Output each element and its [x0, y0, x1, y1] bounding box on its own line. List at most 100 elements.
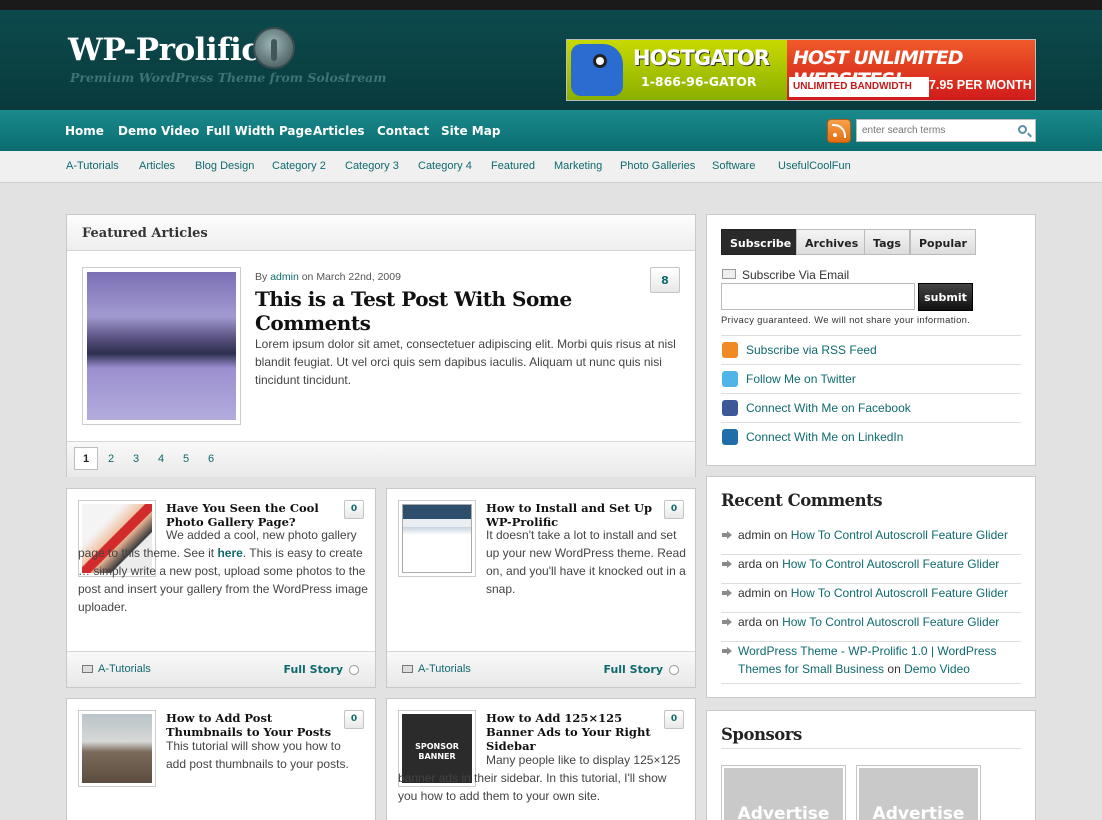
- envelope-icon: [722, 269, 736, 279]
- tab-popular[interactable]: Popular: [910, 229, 976, 255]
- post-footer: A-Tutorials Full Story: [67, 651, 375, 687]
- category-software[interactable]: Software: [712, 160, 755, 172]
- full-story-link[interactable]: Full Story: [603, 663, 663, 676]
- sponsor-ad-slot[interactable]: Advertise: [856, 765, 981, 820]
- post-title[interactable]: How to Add Post Thumbnails to Your Posts: [166, 711, 336, 739]
- email-field[interactable]: [721, 283, 915, 310]
- page-3[interactable]: 3: [133, 453, 139, 465]
- facebook-icon: [722, 400, 738, 416]
- hostgator-banner-ad[interactable]: HOSTGATOR 1-866-96-GATOR HOST UNLIMITED …: [566, 39, 1036, 101]
- nav-site-map[interactable]: Site Map: [441, 124, 500, 138]
- site-logo[interactable]: WP-Prolific: [68, 32, 260, 68]
- category-category-3[interactable]: Category 3: [345, 160, 399, 172]
- search-box[interactable]: [856, 119, 1036, 142]
- search-icon[interactable]: [1018, 125, 1027, 134]
- page-4[interactable]: 4: [158, 453, 164, 465]
- recent-comment-item: WordPress Theme - WP-Prolific 1.0 | Word…: [721, 642, 1021, 684]
- category-featured[interactable]: Featured: [491, 160, 535, 172]
- linkedin-icon: [722, 429, 738, 445]
- category-category-4[interactable]: Category 4: [418, 160, 472, 172]
- tab-tags[interactable]: Tags: [864, 229, 910, 255]
- post-title[interactable]: Have You Seen the Cool Photo Gallery Pag…: [166, 501, 336, 529]
- post-category-link[interactable]: A-Tutorials: [98, 663, 151, 675]
- comment-post-link[interactable]: How To Control Autoscroll Feature Glider: [782, 557, 999, 571]
- social-rss[interactable]: Subscribe via RSS Feed: [721, 335, 1021, 364]
- post-card: How to Install and Set Up WP-Prolific 0 …: [386, 488, 696, 688]
- recent-comment-item: admin on How To Control Autoscroll Featu…: [721, 526, 1021, 555]
- tab-archives[interactable]: Archives: [796, 229, 868, 255]
- site-header: WP-Prolific Premium WordPress Theme from…: [0, 10, 1102, 110]
- arrow-bullet-icon: [722, 589, 732, 597]
- comment-count-bubble[interactable]: 0: [344, 500, 364, 519]
- featured-image[interactable]: [82, 267, 241, 425]
- post-category-link[interactable]: A-Tutorials: [418, 663, 471, 675]
- folder-icon: [402, 665, 413, 673]
- search-input[interactable]: [862, 123, 1012, 138]
- tab-subscribe[interactable]: Subscribe: [721, 229, 801, 255]
- featured-author-link[interactable]: admin: [270, 271, 299, 283]
- arrow-right-icon[interactable]: [669, 665, 679, 675]
- category-usefulcoolfun[interactable]: UsefulCoolFun: [778, 160, 851, 172]
- arrow-right-icon[interactable]: [349, 665, 359, 675]
- rss-icon[interactable]: [827, 119, 851, 143]
- category-category-2[interactable]: Category 2: [272, 160, 326, 172]
- arrow-bullet-icon: [722, 647, 732, 655]
- featured-title[interactable]: This is a Test Post With Some Comments: [255, 287, 585, 335]
- post-inline-link[interactable]: here: [217, 546, 242, 560]
- comment-post-link[interactable]: How To Control Autoscroll Feature Glider: [782, 615, 999, 629]
- banner-phone: 1-866-96-GATOR: [641, 74, 757, 89]
- page-1[interactable]: 1: [74, 447, 98, 470]
- arrow-bullet-icon: [722, 560, 732, 568]
- comment-count-bubble[interactable]: 0: [664, 710, 684, 729]
- category-articles[interactable]: Articles: [139, 160, 175, 172]
- banner-brand: HOSTGATOR: [633, 46, 770, 70]
- page-5[interactable]: 5: [183, 453, 189, 465]
- banner-bandwidth: UNLIMITED BANDWIDTH: [793, 81, 912, 92]
- category-a-tutorials[interactable]: A-Tutorials: [66, 160, 119, 172]
- comment-count-bubble[interactable]: 8: [650, 267, 680, 293]
- post-thumbnail[interactable]: [78, 710, 156, 787]
- gator-mascot-icon: [571, 44, 623, 96]
- nav-demo-video[interactable]: Demo Video: [118, 124, 199, 138]
- post-card: SPONSOR BANNER How to Add 125×125 Banner…: [386, 698, 696, 820]
- social-linkedin[interactable]: Connect With Me on LinkedIn: [721, 422, 1021, 451]
- nav-home[interactable]: Home: [65, 124, 104, 138]
- comment-post-link[interactable]: Demo Video: [904, 662, 970, 676]
- social-link[interactable]: Follow Me on Twitter: [746, 372, 856, 386]
- comment-post-link[interactable]: How To Control Autoscroll Feature Glider: [791, 586, 1008, 600]
- top-strip: [0, 0, 1102, 10]
- nav-contact[interactable]: Contact: [377, 124, 429, 138]
- comment-count-bubble[interactable]: 0: [664, 500, 684, 519]
- post-excerpt: This tutorial will show you how to add p…: [166, 739, 349, 771]
- nav-full-width-page[interactable]: Full Width Page: [206, 124, 312, 138]
- social-twitter[interactable]: Follow Me on Twitter: [721, 364, 1021, 393]
- comment-count-bubble[interactable]: 0: [344, 710, 364, 729]
- social-link[interactable]: Connect With Me on Facebook: [746, 401, 911, 415]
- nav-articles[interactable]: Articles: [313, 124, 365, 138]
- social-link[interactable]: Subscribe via RSS Feed: [746, 343, 877, 357]
- category-marketing[interactable]: Marketing: [554, 160, 602, 172]
- social-facebook[interactable]: Connect With Me on Facebook: [721, 393, 1021, 422]
- page-6[interactable]: 6: [208, 453, 214, 465]
- post-card: Have You Seen the Cool Photo Gallery Pag…: [66, 488, 376, 688]
- arrow-bullet-icon: [722, 618, 732, 626]
- category-blog-design[interactable]: Blog Design: [195, 160, 254, 172]
- post-title[interactable]: How to Install and Set Up WP-Prolific: [486, 501, 656, 529]
- post-card: How to Add Post Thumbnails to Your Posts…: [66, 698, 376, 820]
- sponsors-panel: Sponsors Advertise Advertise: [706, 710, 1036, 820]
- social-link[interactable]: Connect With Me on LinkedIn: [746, 430, 903, 444]
- post-title[interactable]: How to Add 125×125 Banner Ads to Your Ri…: [486, 711, 656, 753]
- privacy-note: Privacy guaranteed. We will not share yo…: [721, 315, 971, 326]
- featured-heading: Featured Articles: [82, 226, 208, 241]
- submit-button[interactable]: submit: [918, 283, 973, 311]
- post-thumbnail[interactable]: [398, 500, 476, 577]
- comment-post-link[interactable]: How To Control Autoscroll Feature Glider: [791, 528, 1008, 542]
- sponsor-ad-slot[interactable]: Advertise: [721, 765, 846, 820]
- recent-comment-item: arda on How To Control Autoscroll Featur…: [721, 613, 1021, 642]
- full-story-link[interactable]: Full Story: [283, 663, 343, 676]
- category-photo-galleries[interactable]: Photo Galleries: [620, 160, 695, 172]
- featured-byline: By admin on March 22nd, 2009: [255, 271, 401, 283]
- page-2[interactable]: 2: [108, 453, 114, 465]
- recent-comment-item: arda on How To Control Autoscroll Featur…: [721, 555, 1021, 584]
- arrow-bullet-icon: [722, 531, 732, 539]
